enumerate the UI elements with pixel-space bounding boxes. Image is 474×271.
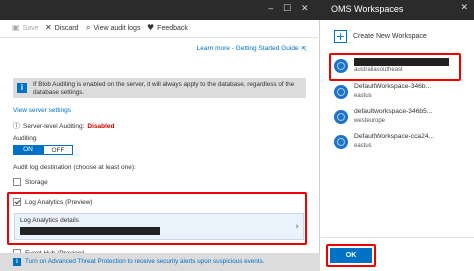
oms-workspaces-blade: OMS Workspaces ✕ + Create New Workspace … bbox=[321, 0, 474, 271]
log-analytics-details-row[interactable]: Log Analytics details › bbox=[14, 213, 304, 240]
maximize-icon[interactable]: ☐ bbox=[283, 4, 291, 14]
shield-icon: i bbox=[13, 258, 21, 266]
save-button[interactable]: ▣ Save bbox=[12, 24, 39, 32]
workspace-name: DefaultWorkspace-346b... bbox=[354, 83, 432, 90]
search-icon: ⌕ bbox=[86, 23, 91, 32]
feedback-label: Feedback bbox=[157, 24, 188, 32]
atp-banner[interactable]: i Turn on Advanced Threat Protection to … bbox=[0, 253, 320, 271]
auditing-off-button[interactable]: OFF bbox=[43, 145, 73, 155]
workspace-location: eastus bbox=[354, 143, 372, 149]
workspace-location: eastus bbox=[354, 93, 372, 99]
log-analytics-checkbox[interactable] bbox=[13, 198, 21, 206]
create-workspace-button[interactable]: + Create New Workspace bbox=[334, 30, 427, 43]
view-server-settings-link[interactable]: View server settings bbox=[13, 107, 71, 114]
create-workspace-label: Create New Workspace bbox=[353, 33, 427, 40]
close-icon: ✕ bbox=[45, 23, 52, 32]
save-label: Save bbox=[22, 24, 39, 32]
log-analytics-option[interactable]: Log Analytics (Preview) bbox=[13, 198, 93, 206]
learn-more-text: Learn more - Getting Started Guide bbox=[196, 45, 299, 52]
learn-more-link[interactable]: Learn more - Getting Started Guide ⇱ bbox=[197, 45, 307, 53]
workspace-location: westeurope bbox=[354, 118, 386, 124]
oms-workspace-icon bbox=[334, 59, 348, 73]
minimize-icon[interactable]: ‒ bbox=[268, 4, 274, 14]
save-icon: ▣ bbox=[12, 23, 20, 32]
workspace-item[interactable]: australiasoutheast bbox=[334, 56, 459, 79]
close-icon[interactable]: ✕ bbox=[460, 3, 468, 13]
ok-button[interactable]: OK bbox=[330, 248, 372, 263]
command-bar: ▣ Save ✕ Discard ⌕ View audit logs ♥ Fee… bbox=[0, 20, 320, 38]
status-info-icon: ⓘ bbox=[13, 122, 20, 130]
oms-header: OMS Workspaces ✕ bbox=[321, 0, 474, 20]
close-icon[interactable]: ✕ bbox=[301, 4, 309, 14]
auditing-label: Auditing bbox=[13, 135, 37, 142]
chevron-right-icon: › bbox=[295, 222, 299, 232]
info-banner: i If Blob Auditing is enabled on the ser… bbox=[13, 78, 306, 98]
discard-label: Discard bbox=[54, 24, 79, 32]
discard-button[interactable]: ✕ Discard bbox=[45, 24, 78, 32]
atp-link-text[interactable]: Turn on Advanced Threat Protection to re… bbox=[25, 258, 264, 265]
log-analytics-label: Log Analytics (Preview) bbox=[25, 198, 93, 206]
storage-checkbox[interactable] bbox=[13, 178, 21, 186]
oms-workspace-icon bbox=[334, 135, 348, 149]
workspace-item[interactable]: DefaultWorkspace-346b... eastus bbox=[334, 82, 459, 105]
workspace-name: DefaultWorkspace-cca24... bbox=[354, 133, 435, 140]
view-audit-logs-button[interactable]: ⌕ View audit logs bbox=[86, 24, 140, 32]
info-banner-text: If Blob Auditing is enabled on the serve… bbox=[33, 81, 295, 96]
server-auditing-value: Disabled bbox=[87, 122, 115, 130]
workspace-name: defaultworkspace-346b5... bbox=[354, 108, 433, 115]
workspace-name-redacted bbox=[354, 58, 449, 66]
auditing-blade: ▣ Save ✕ Discard ⌕ View audit logs ♥ Fee… bbox=[0, 20, 320, 271]
oms-workspace-icon bbox=[334, 110, 348, 124]
workspace-item[interactable]: DefaultWorkspace-cca24... eastus bbox=[334, 132, 459, 155]
oms-title: OMS Workspaces bbox=[331, 4, 404, 14]
audit-logs-label: View audit logs bbox=[93, 24, 141, 32]
destination-label: Audit log destination (choose at least o… bbox=[13, 164, 136, 171]
info-icon: i bbox=[17, 83, 27, 93]
log-analytics-details-label: Log Analytics details bbox=[20, 217, 79, 224]
server-auditing-label: Server-level Auditing: bbox=[23, 122, 85, 130]
auditing-toggle: ON OFF bbox=[13, 145, 73, 155]
external-link-icon: ⇱ bbox=[301, 46, 307, 53]
oms-footer: OK bbox=[321, 237, 474, 271]
storage-label: Storage bbox=[25, 178, 48, 186]
auditing-on-button[interactable]: ON bbox=[13, 145, 43, 155]
heart-icon: ♥ bbox=[147, 23, 155, 32]
plus-icon: + bbox=[334, 30, 347, 43]
workspace-location: australiasoutheast bbox=[354, 67, 403, 73]
server-auditing-status: ⓘ Server-level Auditing: Disabled bbox=[13, 121, 115, 131]
oms-workspace-icon bbox=[334, 85, 348, 99]
feedback-button[interactable]: ♥ Feedback bbox=[147, 24, 188, 32]
workspace-item[interactable]: defaultworkspace-346b5... westeurope bbox=[334, 107, 459, 130]
log-analytics-details-value bbox=[20, 227, 160, 235]
storage-option[interactable]: Storage bbox=[13, 178, 48, 186]
